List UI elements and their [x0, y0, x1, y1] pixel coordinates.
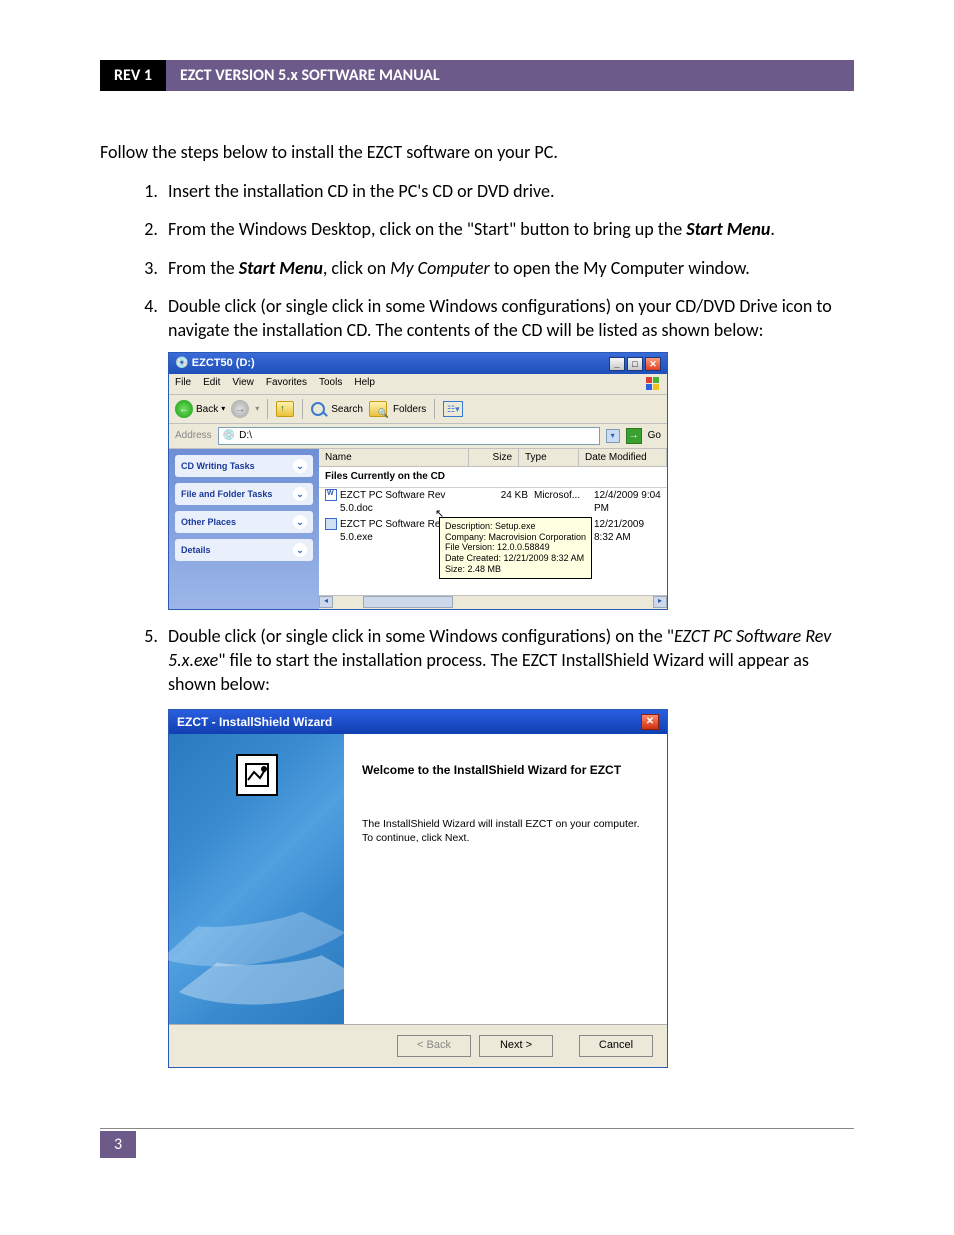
page-number: 3	[100, 1131, 136, 1158]
folders-button[interactable]: Folders	[393, 403, 426, 417]
views-button[interactable]: ☷▾	[443, 401, 463, 417]
installshield-window: EZCT - InstallShield Wizard ✕ Welcome to…	[168, 709, 668, 1068]
explorer-titlebar: 💿 EZCT50 (D:) _ □ ✕	[169, 353, 667, 374]
back-button: < Back	[397, 1035, 471, 1057]
address-dropdown[interactable]: ▾	[606, 429, 620, 443]
menu-edit[interactable]: Edit	[203, 376, 220, 392]
chevron-down-icon[interactable]: ⌄	[293, 459, 307, 473]
col-date[interactable]: Date Modified	[579, 449, 667, 467]
file-tooltip: Description: Setup.exe Company: Macrovis…	[439, 517, 592, 579]
search-button[interactable]: Search	[331, 403, 363, 417]
wizard-titlebar: EZCT - InstallShield Wizard ✕	[169, 710, 667, 734]
forward-button[interactable]: →	[231, 400, 249, 418]
sidebar-other-places[interactable]: Other Places⌄	[175, 511, 313, 533]
windows-flag-icon	[645, 376, 661, 392]
page-header: REV 1 EZCT VERSION 5.x SOFTWARE MANUAL	[100, 60, 854, 91]
menu-help[interactable]: Help	[354, 376, 375, 392]
address-label: Address	[175, 429, 212, 443]
explorer-sidebar: CD Writing Tasks⌄ File and Folder Tasks⌄…	[169, 449, 319, 609]
wizard-title: EZCT - InstallShield Wizard	[177, 714, 332, 730]
intro-text: Follow the steps below to install the EZ…	[100, 141, 854, 163]
cd-drive-icon: 💿	[175, 356, 192, 371]
sidebar-file-folder-tasks[interactable]: File and Folder Tasks⌄	[175, 483, 313, 505]
installshield-logo-icon	[236, 754, 278, 796]
menu-file[interactable]: File	[175, 376, 191, 392]
wizard-content: Welcome to the InstallShield Wizard for …	[344, 734, 667, 1024]
back-button[interactable]: ← Back ▾	[175, 400, 225, 418]
maximize-button[interactable]: □	[627, 357, 643, 371]
chevron-down-icon[interactable]: ⌄	[293, 487, 307, 501]
minimize-button[interactable]: _	[609, 357, 625, 371]
install-steps: Insert the installation CD in the PC's C…	[100, 179, 854, 1068]
chevron-down-icon[interactable]: ⌄	[293, 543, 307, 557]
step-1: Insert the installation CD in the PC's C…	[162, 179, 854, 203]
step-4: Double click (or single click in some Wi…	[162, 294, 854, 610]
step-3: From the Start Menu, click on My Compute…	[162, 256, 854, 280]
page-footer: 3	[100, 1128, 854, 1158]
doc-file-icon	[325, 489, 337, 501]
wizard-body-text: The InstallShield Wizard will install EZ…	[362, 818, 649, 845]
step-2: From the Windows Desktop, click on the "…	[162, 217, 854, 241]
next-button[interactable]: Next >	[479, 1035, 553, 1057]
rev-label: REV 1	[100, 60, 166, 91]
exe-file-icon	[325, 518, 337, 530]
col-size[interactable]: Size	[469, 449, 519, 467]
cancel-button[interactable]: Cancel	[579, 1035, 653, 1057]
explorer-toolbar: ← Back ▾ → ▾ Search Folders ☷▾	[169, 395, 667, 424]
group-header: Files Currently on the CD	[319, 467, 667, 488]
explorer-menubar: File Edit View Favorites Tools Help	[169, 374, 667, 395]
wizard-button-row: < Back Next > Cancel	[169, 1024, 667, 1067]
col-type[interactable]: Type	[519, 449, 579, 467]
up-folder-icon[interactable]	[276, 401, 294, 417]
step-5: Double click (or single click in some Wi…	[162, 624, 854, 1068]
menu-favorites[interactable]: Favorites	[266, 376, 307, 392]
horizontal-scrollbar[interactable]: ◂ ▸	[319, 595, 667, 609]
address-bar: Address 💿 D:\ ▾ → Go	[169, 424, 667, 449]
menu-tools[interactable]: Tools	[319, 376, 342, 392]
cd-drive-icon: 💿	[223, 429, 235, 443]
sidebar-details[interactable]: Details⌄	[175, 539, 313, 561]
go-label: Go	[648, 429, 661, 443]
close-button[interactable]: ✕	[645, 357, 661, 371]
column-headers: Name Size Type Date Modified	[319, 449, 667, 468]
explorer-file-pane: Name Size Type Date Modified Files Curre…	[319, 449, 667, 609]
col-name[interactable]: Name	[319, 449, 469, 467]
sidebar-cd-tasks[interactable]: CD Writing Tasks⌄	[175, 455, 313, 477]
explorer-window: 💿 EZCT50 (D:) _ □ ✕ File Edit View Favor…	[168, 352, 668, 609]
folders-icon[interactable]	[369, 401, 387, 417]
menu-view[interactable]: View	[232, 376, 254, 392]
chevron-down-icon[interactable]: ⌄	[293, 515, 307, 529]
wizard-heading: Welcome to the InstallShield Wizard for …	[362, 762, 649, 778]
search-icon[interactable]	[311, 402, 325, 416]
close-button[interactable]: ✕	[641, 714, 659, 730]
explorer-title: EZCT50 (D:)	[192, 356, 255, 371]
manual-title: EZCT VERSION 5.x SOFTWARE MANUAL	[166, 60, 854, 91]
wizard-side-graphic	[169, 734, 344, 1024]
go-button[interactable]: →	[626, 428, 642, 444]
address-field[interactable]: 💿 D:\	[218, 427, 600, 445]
file-row[interactable]: EZCT PC Software Rev 5.0.doc 24 KB Micro…	[319, 488, 667, 517]
